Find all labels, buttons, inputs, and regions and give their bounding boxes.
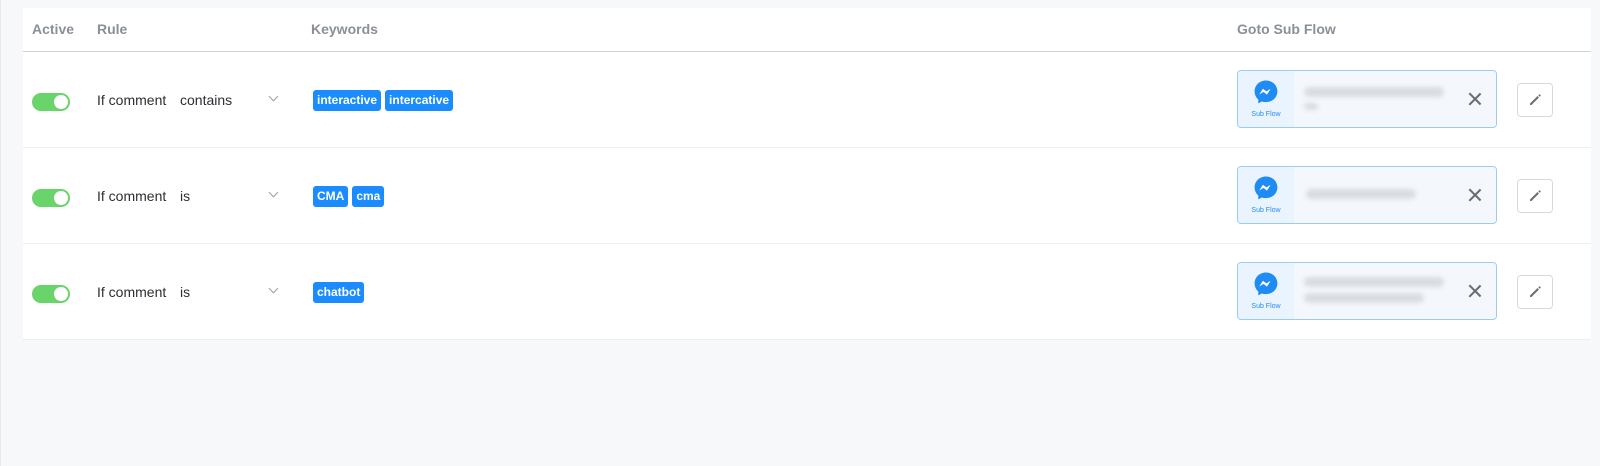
page: Active Rule Keywords Goto Sub Flow If co… — [0, 0, 1600, 466]
redacted-text — [1306, 189, 1416, 199]
subflow-card[interactable]: Sub Flow — [1237, 262, 1497, 320]
keyword-chip[interactable]: chatbot — [313, 282, 365, 303]
subflow-card[interactable]: Sub Flow — [1237, 70, 1497, 128]
table-row: If comment contains interactive intercat… — [23, 52, 1591, 148]
header-active: Active — [32, 21, 75, 37]
chevron-down-icon — [268, 187, 279, 198]
condition-select[interactable]: is — [178, 279, 284, 307]
condition-select[interactable]: contains — [178, 87, 284, 115]
table-row: If comment is chatbot Sub Flow — [23, 244, 1591, 339]
condition-select[interactable]: is — [178, 183, 284, 211]
rule-label: If comment — [97, 92, 167, 108]
chevron-down-icon — [268, 283, 279, 294]
redacted-text — [1304, 87, 1444, 97]
active-toggle[interactable] — [32, 93, 70, 111]
toggle-knob — [54, 95, 68, 109]
keyword-list: interactive intercative — [313, 90, 454, 111]
keyword-chip[interactable]: cma — [352, 186, 385, 207]
subflow-icon-panel: Sub Flow — [1238, 71, 1294, 127]
condition-value: is — [180, 284, 191, 300]
pencil-icon — [1530, 190, 1541, 201]
subflow-name-redacted — [1294, 263, 1496, 319]
edit-button[interactable] — [1517, 83, 1553, 117]
condition-value: contains — [180, 92, 233, 108]
keyword-chip[interactable]: CMA — [313, 186, 349, 207]
table-row: If comment is CMA cma Sub Flow — [23, 148, 1591, 244]
condition-value: is — [180, 188, 191, 204]
keyword-list: chatbot — [313, 282, 365, 303]
toggle-knob — [54, 287, 68, 301]
keyword-chip[interactable]: interactive — [313, 90, 382, 111]
keyword-list: CMA cma — [313, 186, 385, 207]
chevron-down-icon — [268, 91, 279, 102]
subflow-icon-panel: Sub Flow — [1238, 167, 1294, 223]
messenger-icon — [1254, 176, 1278, 200]
redacted-text — [1304, 277, 1444, 287]
subflow-type-label: Sub Flow — [1251, 303, 1281, 310]
subflow-type-label: Sub Flow — [1251, 111, 1281, 118]
active-toggle[interactable] — [32, 285, 70, 303]
subflow-type-label: Sub Flow — [1251, 207, 1281, 214]
subflow-icon-panel: Sub Flow — [1238, 263, 1294, 319]
subflow-name-redacted — [1294, 167, 1496, 223]
header-goto-sub-flow: Goto Sub Flow — [1237, 21, 1336, 37]
edit-button[interactable] — [1517, 179, 1553, 213]
messenger-icon — [1254, 80, 1278, 104]
subflow-name-redacted — [1294, 71, 1496, 127]
table-header: Active Rule Keywords Goto Sub Flow — [23, 8, 1591, 52]
toggle-knob — [54, 191, 68, 205]
keyword-chip[interactable]: intercative — [385, 90, 454, 111]
pencil-icon — [1530, 94, 1541, 105]
redacted-text — [1304, 293, 1424, 303]
rule-label: If comment — [97, 188, 167, 204]
close-icon[interactable] — [1468, 92, 1482, 106]
rules-table: Active Rule Keywords Goto Sub Flow If co… — [23, 8, 1591, 340]
redacted-text — [1304, 103, 1318, 110]
close-icon[interactable] — [1468, 284, 1482, 298]
active-toggle[interactable] — [32, 189, 70, 207]
subflow-card[interactable]: Sub Flow — [1237, 166, 1497, 224]
header-rule: Rule — [97, 21, 128, 37]
header-keywords: Keywords — [311, 21, 378, 37]
close-icon[interactable] — [1468, 188, 1482, 202]
rule-label: If comment — [97, 284, 167, 300]
messenger-icon — [1254, 272, 1278, 296]
edit-button[interactable] — [1517, 275, 1553, 309]
pencil-icon — [1530, 286, 1541, 297]
